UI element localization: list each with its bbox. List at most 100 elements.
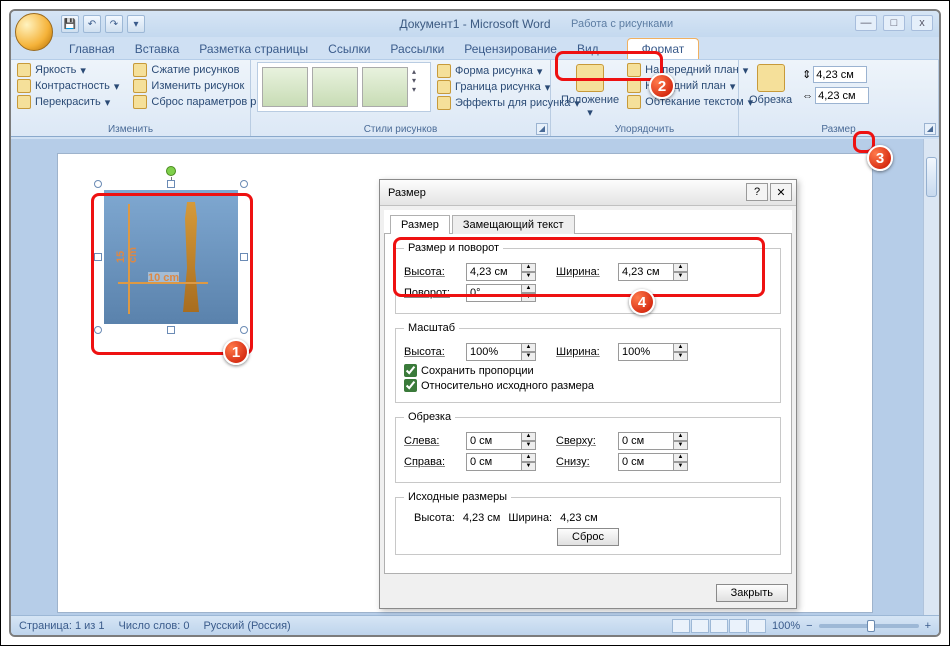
- contrast-button[interactable]: Контрастность ▾: [17, 78, 119, 94]
- office-button[interactable]: [15, 13, 53, 51]
- text-wrap-button[interactable]: Обтекание текстом ▾: [627, 94, 753, 110]
- badge-4: 4: [629, 289, 655, 315]
- rotation-handle[interactable]: [166, 166, 176, 176]
- crop-right-label: Справа:: [404, 456, 460, 468]
- group-scale: Масштаб Высота: ▲▼ Ширина: ▲▼ Сохранить …: [395, 322, 781, 403]
- width-icon: ⇔: [802, 90, 813, 102]
- tab-view[interactable]: Вид: [567, 39, 609, 59]
- context-tab-title: Работа с рисунками: [571, 18, 673, 30]
- send-back-button[interactable]: На задний план ▾: [627, 78, 753, 94]
- close-dialog-button[interactable]: Закрыть: [716, 584, 788, 602]
- window-title: Документ1 - Microsoft Word: [399, 17, 550, 31]
- dialog-tab-alt-text[interactable]: Замещающий текст: [452, 215, 575, 234]
- statusbar: Страница: 1 из 1 Число слов: 0 Русский (…: [11, 615, 939, 635]
- selected-picture[interactable]: 10 cm 15 cm: [98, 184, 244, 330]
- rotation-label: Поворот:: [404, 287, 460, 299]
- scale-width-label: Ширина:: [556, 346, 612, 358]
- tab-page-layout[interactable]: Разметка страницы: [189, 39, 318, 59]
- tab-format[interactable]: Формат: [627, 38, 700, 59]
- reset-button[interactable]: Сброс: [557, 528, 619, 546]
- scale-width-input[interactable]: [618, 343, 674, 361]
- ribbon-tabs: Главная Вставка Разметка страницы Ссылки…: [59, 37, 939, 59]
- crop-bottom-input[interactable]: [618, 453, 674, 471]
- zoom-slider[interactable]: [819, 624, 919, 628]
- lock-aspect-checkbox[interactable]: [404, 364, 417, 377]
- dialog-close-button[interactable]: ✕: [770, 183, 792, 201]
- badge-2: 2: [649, 73, 675, 99]
- status-page[interactable]: Страница: 1 из 1: [19, 620, 105, 632]
- group-size-label: Размер: [821, 124, 855, 135]
- size-dialog: Размер ? ✕ Размер Замещающий текст Разме…: [379, 179, 797, 609]
- size-launcher-icon[interactable]: ◢: [924, 123, 936, 135]
- picture-height-label: 15 cm: [115, 245, 139, 263]
- resize-handle[interactable]: [240, 253, 248, 261]
- crop-top-input[interactable]: [618, 432, 674, 450]
- width-input[interactable]: [618, 263, 674, 281]
- scale-height-input[interactable]: [466, 343, 522, 361]
- crop-left-input[interactable]: [466, 432, 522, 450]
- resize-handle[interactable]: [94, 180, 102, 188]
- group-crop-label: Обрезка: [404, 411, 455, 423]
- maximize-button[interactable]: □: [883, 15, 905, 31]
- position-button[interactable]: Положение ▾: [557, 62, 623, 121]
- group-original: Исходные размеры Высота:4,23 см Ширина:4…: [395, 491, 781, 555]
- group-styles-label: Стили рисунков: [364, 124, 438, 135]
- zoom-out-button[interactable]: −: [806, 620, 812, 632]
- tab-home[interactable]: Главная: [59, 39, 125, 59]
- resize-handle[interactable]: [240, 180, 248, 188]
- dialog-help-button[interactable]: ?: [746, 183, 768, 201]
- tab-review[interactable]: Рецензирование: [454, 39, 567, 59]
- ribbon-width-input[interactable]: [815, 87, 869, 104]
- width-label: Ширина:: [556, 266, 612, 278]
- resize-handle[interactable]: [240, 326, 248, 334]
- redo-icon[interactable]: ↷: [105, 15, 123, 33]
- recolor-button[interactable]: Перекрасить ▾: [17, 94, 119, 110]
- bring-front-button[interactable]: На передний план ▾: [627, 62, 753, 78]
- resize-handle[interactable]: [94, 326, 102, 334]
- zoom-value[interactable]: 100%: [772, 620, 800, 632]
- view-buttons[interactable]: [672, 619, 766, 633]
- scale-height-label: Высота:: [404, 346, 460, 358]
- quick-access-toolbar: 💾 ↶ ↷ ▾: [61, 15, 145, 33]
- save-icon[interactable]: 💾: [61, 15, 79, 33]
- badge-1: 1: [223, 339, 249, 365]
- qat-more-icon[interactable]: ▾: [127, 15, 145, 33]
- ribbon-height-input[interactable]: [813, 66, 867, 83]
- undo-icon[interactable]: ↶: [83, 15, 101, 33]
- group-crop: Обрезка Слева: ▲▼ Сверху: ▲▼ Справа: ▲▼ …: [395, 411, 781, 483]
- picture-width-label: 10 cm: [148, 272, 179, 284]
- brightness-button[interactable]: Яркость ▾: [17, 62, 119, 78]
- tab-mailings[interactable]: Рассылки: [380, 39, 454, 59]
- height-icon: ⇕: [802, 68, 811, 81]
- crop-right-input[interactable]: [466, 453, 522, 471]
- relative-original-checkbox[interactable]: [404, 379, 417, 392]
- resize-handle[interactable]: [94, 253, 102, 261]
- zoom-in-button[interactable]: +: [925, 620, 931, 632]
- original-height-value: 4,23 см: [463, 512, 501, 524]
- tab-references[interactable]: Ссылки: [318, 39, 380, 59]
- picture-styles-gallery[interactable]: ▴▾▾: [257, 62, 431, 112]
- dialog-title: Размер: [388, 187, 426, 199]
- crop-top-label: Сверху:: [556, 435, 612, 447]
- styles-launcher-icon[interactable]: ◢: [536, 123, 548, 135]
- tab-insert[interactable]: Вставка: [125, 39, 190, 59]
- group-size-rotate: Размер и поворот Высота: ▲▼ Ширина: ▲▼ П…: [395, 242, 781, 314]
- minimize-button[interactable]: —: [855, 15, 877, 31]
- picture-content: 10 cm 15 cm: [104, 190, 238, 324]
- badge-3: 3: [867, 145, 893, 171]
- close-button[interactable]: x: [911, 15, 933, 31]
- dialog-tab-size[interactable]: Размер: [390, 215, 450, 234]
- group-scale-label: Масштаб: [404, 322, 459, 334]
- height-input[interactable]: [466, 263, 522, 281]
- titlebar: 💾 ↶ ↷ ▾ Документ1 - Microsoft Word Работ…: [11, 11, 939, 37]
- vertical-scrollbar[interactable]: [923, 139, 939, 615]
- status-lang[interactable]: Русский (Россия): [203, 620, 290, 632]
- resize-handle[interactable]: [167, 326, 175, 334]
- crop-button[interactable]: Обрезка: [745, 62, 796, 108]
- group-arrange-label: Упорядочить: [551, 124, 738, 135]
- resize-handle[interactable]: [167, 180, 175, 188]
- status-words[interactable]: Число слов: 0: [119, 620, 190, 632]
- relative-original-label: Относительно исходного размера: [421, 380, 594, 392]
- group-size-rotate-label: Размер и поворот: [404, 242, 503, 254]
- rotation-input[interactable]: [466, 284, 522, 302]
